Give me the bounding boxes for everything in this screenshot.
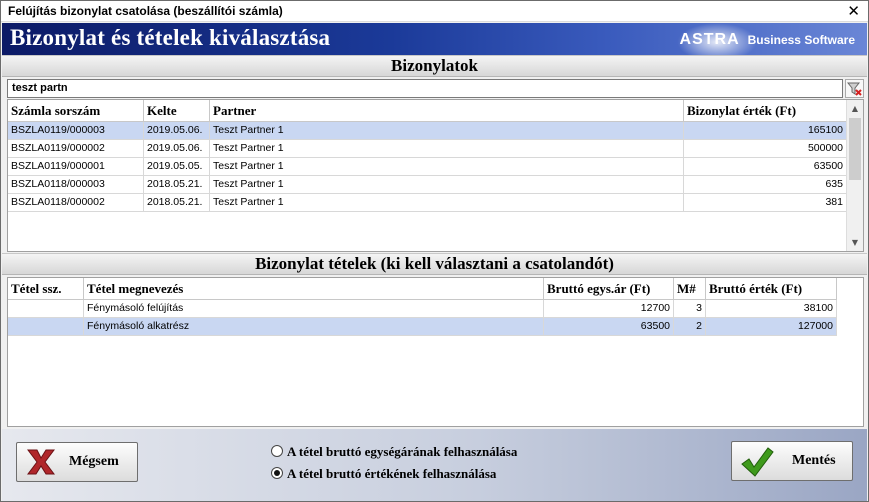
table-row[interactable]: BSZLA0119/000003 2019.05.06. Teszt Partner… <box>8 122 847 140</box>
table-cell: 165100 <box>684 122 847 140</box>
cancel-button[interactable]: Mégsem <box>16 442 138 482</box>
radio-total-value[interactable]: A tétel bruttó értékének felhasználása <box>271 466 496 482</box>
col-header-invoice-number[interactable]: Számla sorszám <box>8 100 144 122</box>
table-row[interactable]: BSZLA0118/000002 2018.05.21. Teszt Partner… <box>8 194 847 212</box>
table-cell: 2019.05.05. <box>144 158 210 176</box>
cancel-x-icon <box>27 449 55 475</box>
filter-clear-icon <box>846 82 862 96</box>
clear-filter-button[interactable] <box>845 79 864 98</box>
documents-grid: Számla sorszám Kelte Partner Bizonylat é… <box>7 99 864 252</box>
close-icon[interactable]: ✕ <box>847 2 860 20</box>
table-cell: 3 <box>674 300 706 318</box>
footer-bar: Mégsem A tétel bruttó egységárának felha… <box>2 429 867 501</box>
documents-section-header: Bizonylatok <box>2 55 867 77</box>
table-cell: BSZLA0119/000003 <box>8 122 144 140</box>
table-row[interactable]: BSZLA0118/000003 2018.05.21. Teszt Partner… <box>8 176 847 194</box>
table-cell: BSZLA0118/000002 <box>8 194 144 212</box>
table-cell: Teszt Partner 1 <box>210 194 684 212</box>
scroll-thumb[interactable] <box>849 118 861 180</box>
table-cell: Fénymásoló felújítás <box>84 300 544 318</box>
table-cell: 38100 <box>706 300 837 318</box>
header-banner: Bizonylat és tételek kiválasztása ASTRA B… <box>2 23 867 55</box>
table-cell <box>8 318 84 336</box>
radio-unit-price[interactable]: A tétel bruttó egységárának felhasználás… <box>271 444 517 460</box>
dialog-window: Felújítás bizonylat csatolása (beszállít… <box>0 0 869 502</box>
cancel-button-label: Mégsem <box>69 454 119 469</box>
items-section-header: Bizonylat tételek (ki kell választani a … <box>2 253 867 275</box>
documents-scrollbar[interactable]: ▲ ▼ <box>846 100 863 251</box>
logo-brand: ASTRA <box>679 31 740 48</box>
search-input[interactable]: teszt partn <box>7 79 843 98</box>
table-cell: 381 <box>684 194 847 212</box>
table-cell: Teszt Partner 1 <box>210 122 684 140</box>
save-button[interactable]: Mentés <box>731 441 853 481</box>
col-header-item-name[interactable]: Tétel megnevezés <box>84 278 544 300</box>
save-button-label: Mentés <box>792 453 836 468</box>
col-header-item-number[interactable]: Tétel ssz. <box>8 278 84 300</box>
title-bar: Felújítás bizonylat csatolása (beszállít… <box>1 1 868 22</box>
table-cell: Teszt Partner 1 <box>210 140 684 158</box>
table-cell: BSZLA0118/000003 <box>8 176 144 194</box>
table-cell: 635 <box>684 176 847 194</box>
col-header-unit-price[interactable]: Bruttó egys.ár (Ft) <box>544 278 674 300</box>
table-cell: Fénymásoló alkatrész <box>84 318 544 336</box>
col-header-date[interactable]: Kelte <box>144 100 210 122</box>
scroll-down-icon[interactable]: ▼ <box>847 234 863 251</box>
col-header-document-value[interactable]: Bizonylat érték (Ft) <box>684 100 847 122</box>
radio-unit-price-label: A tétel bruttó egységárának felhasználás… <box>287 444 518 459</box>
table-cell: 2 <box>674 318 706 336</box>
table-cell: 12700 <box>544 300 674 318</box>
table-cell: Teszt Partner 1 <box>210 158 684 176</box>
table-row[interactable]: BSZLA0119/000002 2019.05.06. Teszt Partner… <box>8 140 847 158</box>
table-row[interactable]: Fénymásoló alkatrész 63500 2 127000 <box>8 318 837 336</box>
table-cell: 2018.05.21. <box>144 194 210 212</box>
checkmark-icon <box>741 447 774 477</box>
table-cell: 127000 <box>706 318 837 336</box>
radio-unit-price-circle[interactable] <box>271 445 283 457</box>
table-cell: 2019.05.06. <box>144 122 210 140</box>
col-header-partner[interactable]: Partner <box>210 100 684 122</box>
page-title: Bizonylat és tételek kiválasztása <box>10 25 331 50</box>
table-cell: 500000 <box>684 140 847 158</box>
table-row[interactable]: BSZLA0119/000001 2019.05.05. Teszt Partner… <box>8 158 847 176</box>
radio-total-value-label: A tétel bruttó értékének felhasználása <box>287 466 497 481</box>
window-title: Felújítás bizonylat csatolása (beszállít… <box>8 4 283 18</box>
col-header-gross-value[interactable]: Bruttó érték (Ft) <box>706 278 837 300</box>
table-cell: Teszt Partner 1 <box>210 176 684 194</box>
table-cell: 2018.05.21. <box>144 176 210 194</box>
col-header-quantity[interactable]: M# <box>674 278 706 300</box>
table-cell: 2019.05.06. <box>144 140 210 158</box>
table-row[interactable]: Fénymásoló felújítás 12700 3 38100 <box>8 300 837 318</box>
astra-logo: ASTRA Business Software <box>680 31 855 49</box>
logo-tagline: Business Software <box>747 33 855 47</box>
table-cell: BSZLA0119/000001 <box>8 158 144 176</box>
items-grid: Tétel ssz. Tétel megnevezés Bruttó egys.… <box>7 277 864 427</box>
table-cell: 63500 <box>684 158 847 176</box>
table-cell: 63500 <box>544 318 674 336</box>
table-cell: BSZLA0119/000002 <box>8 140 144 158</box>
scroll-up-icon[interactable]: ▲ <box>847 100 863 117</box>
radio-total-value-circle[interactable] <box>271 467 283 479</box>
table-cell <box>8 300 84 318</box>
